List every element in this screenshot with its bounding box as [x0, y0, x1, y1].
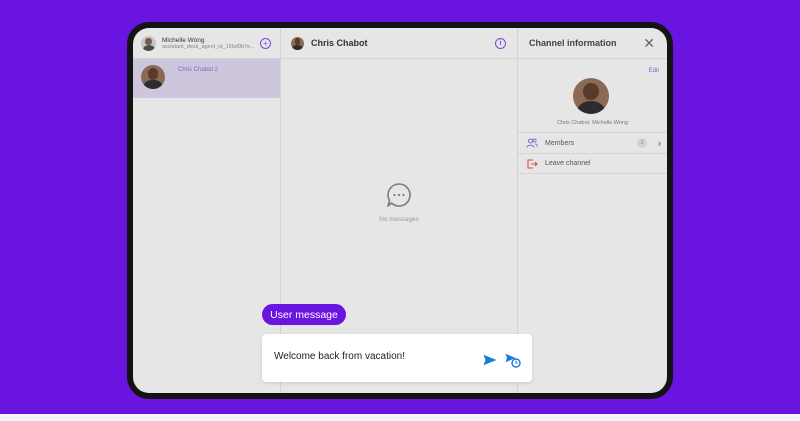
user-message-pill: User message — [262, 304, 346, 325]
members-count-badge: 2 — [637, 138, 647, 148]
empty-state: No messages — [281, 181, 517, 223]
channel-member-names: Chris Chabot, Michelle Wong — [556, 120, 629, 126]
channel-list-item[interactable]: Chris Chabot 2 — [133, 59, 280, 98]
chevron-right-icon: › — [658, 138, 661, 148]
current-user-name: Michelle Wong — [162, 36, 205, 44]
page-bottom-edge — [0, 414, 800, 421]
send-icon[interactable] — [483, 354, 497, 366]
channel-avatar — [141, 65, 165, 89]
channel-info-title: Channel information — [529, 38, 617, 48]
current-user-info: Michelle Wong assistant_desk_agent_id_15… — [162, 37, 256, 50]
members-row[interactable]: Members 2 › — [518, 132, 667, 153]
chat-avatar — [291, 36, 304, 50]
close-icon[interactable]: ✕ — [643, 36, 655, 50]
leave-channel-label: Leave channel — [545, 160, 591, 167]
channel-info-pane: Channel information ✕ Edit Chris Chabot,… — [518, 28, 667, 393]
channel-list-header: Michelle Wong assistant_desk_agent_id_15… — [133, 28, 280, 59]
new-chat-icon[interactable]: + — [260, 38, 271, 49]
current-user-avatar[interactable] — [141, 35, 156, 51]
members-icon — [526, 138, 538, 148]
chat-header: Chris Chabot i — [281, 28, 517, 59]
channel-list-pane: Michelle Wong assistant_desk_agent_id_15… — [133, 28, 281, 393]
chat-title: Chris Chabot — [311, 38, 368, 48]
leave-icon — [527, 158, 538, 169]
schedule-send-icon[interactable] — [505, 353, 521, 368]
message-input[interactable] — [274, 351, 479, 362]
empty-state-text: No messages — [379, 216, 419, 223]
channel-info-avatar — [573, 78, 609, 114]
current-user-subtitle: assistant_desk_agent_id_15bd9b7e... — [162, 43, 255, 50]
info-icon[interactable]: i — [495, 38, 506, 49]
channel-info-header: Channel information ✕ — [518, 28, 667, 59]
members-label: Members — [545, 139, 575, 147]
edit-link[interactable]: Edit — [649, 68, 659, 74]
leave-channel-row[interactable]: Leave channel — [518, 153, 667, 174]
chat-bubble-icon — [387, 183, 411, 207]
channel-name: Chris Chabot 2 — [178, 67, 219, 73]
